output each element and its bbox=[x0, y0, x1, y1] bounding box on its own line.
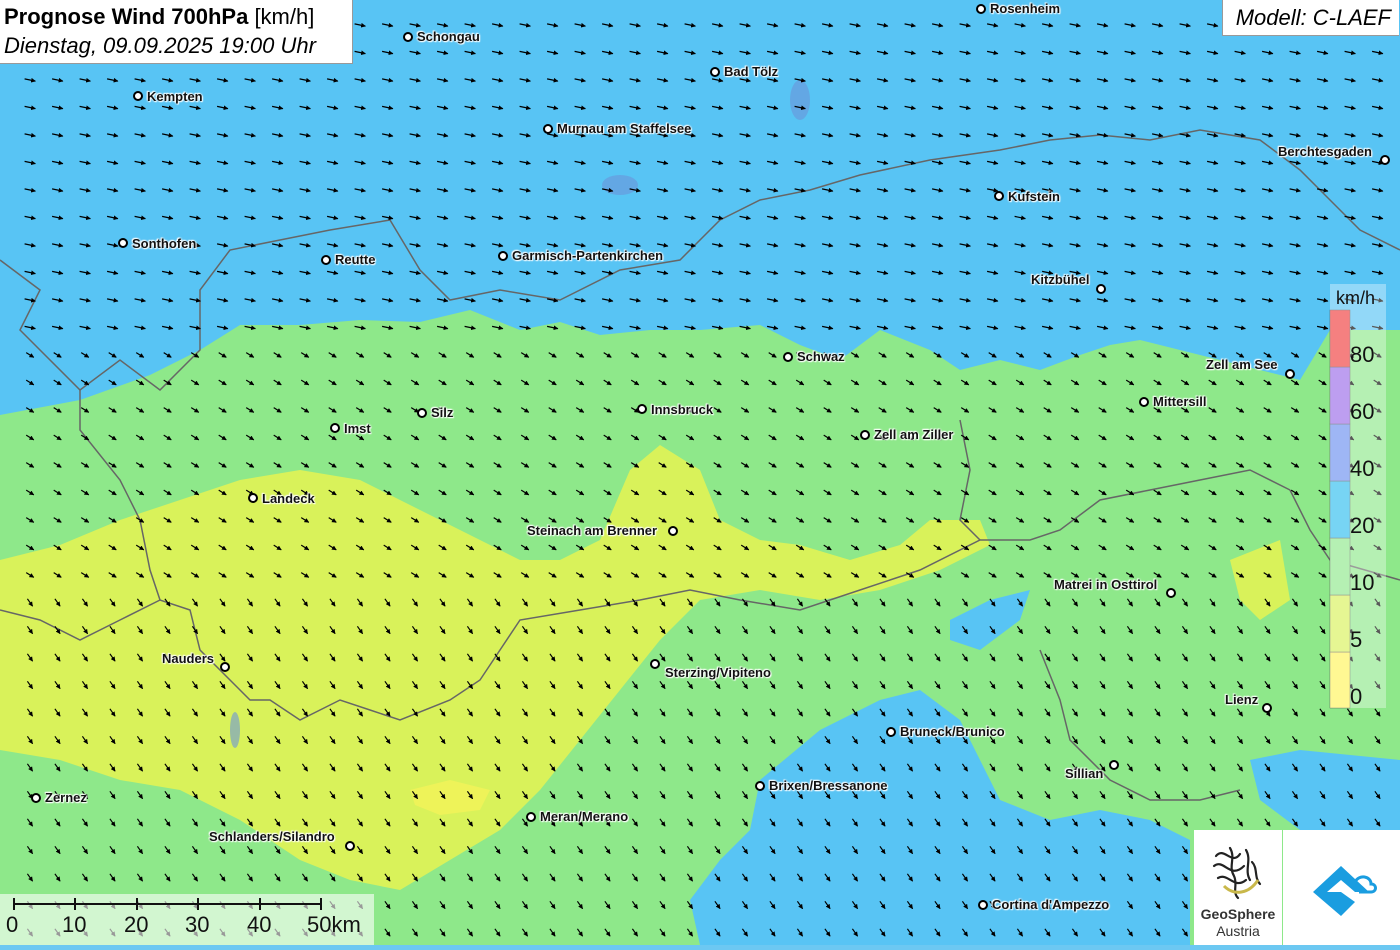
city-zernez: Zernez bbox=[45, 790, 87, 805]
city-sterzing: Sterzing/Vipiteno bbox=[665, 665, 771, 680]
city-innsbruck: Innsbruck bbox=[651, 402, 714, 417]
city-marker[interactable] bbox=[978, 900, 988, 910]
geosphere-austria-logo-icon bbox=[1212, 846, 1262, 900]
city-garmisch: Garmisch-Partenkirchen bbox=[512, 248, 664, 263]
city-marker[interactable] bbox=[994, 191, 1004, 201]
geosphere-country: Austria bbox=[1216, 923, 1260, 939]
city-zell-am-see: Zell am See bbox=[1206, 357, 1278, 372]
city-meran: Meran/Merano bbox=[540, 809, 629, 824]
city-rosenheim: Rosenheim bbox=[990, 1, 1061, 16]
city-marker[interactable] bbox=[637, 404, 647, 414]
scale-label-0: 0 bbox=[6, 912, 19, 937]
city-marker[interactable] bbox=[860, 430, 870, 440]
scale-label-10: 10 bbox=[62, 912, 87, 937]
geosphere-logo[interactable]: GeoSphere Austria bbox=[1194, 830, 1282, 945]
city-marker[interactable] bbox=[220, 662, 230, 672]
geosphere-name: GeoSphere bbox=[1200, 906, 1276, 922]
city-marker[interactable] bbox=[783, 352, 793, 362]
city-marker[interactable] bbox=[650, 659, 660, 669]
city-marker[interactable] bbox=[1096, 284, 1106, 294]
city-marker[interactable] bbox=[1380, 155, 1390, 165]
scale-label-30: 30 bbox=[185, 912, 210, 937]
city-marker[interactable] bbox=[526, 812, 536, 822]
city-marker[interactable] bbox=[498, 251, 508, 261]
city-zell-am-ziller: Zell am Ziller bbox=[874, 427, 954, 442]
city-marker[interactable] bbox=[248, 493, 258, 503]
city-marker[interactable] bbox=[345, 841, 355, 851]
city-schwaz: Schwaz bbox=[797, 349, 845, 364]
weather-app-logo-icon bbox=[1313, 866, 1377, 916]
city-kitzbuehel: Kitzbühel bbox=[1031, 272, 1090, 287]
scale-label-40: 40 bbox=[247, 912, 272, 937]
city-markers bbox=[31, 4, 1390, 910]
city-silz: Silz bbox=[431, 405, 454, 420]
city-marker[interactable] bbox=[543, 124, 553, 134]
city-marker[interactable] bbox=[133, 91, 143, 101]
city-lienz: Lienz bbox=[1225, 692, 1259, 707]
city-marker[interactable] bbox=[1109, 760, 1119, 770]
city-imst: Imst bbox=[344, 421, 371, 436]
city-marker[interactable] bbox=[403, 32, 413, 42]
city-bruneck: Bruneck/Brunico bbox=[900, 724, 1005, 739]
city-marker[interactable] bbox=[1166, 588, 1176, 598]
city-bad-toelz: Bad Tölz bbox=[724, 64, 779, 79]
city-brixen: Brixen/Bressanone bbox=[769, 778, 888, 793]
city-mittersill: Mittersill bbox=[1153, 394, 1207, 409]
city-marker[interactable] bbox=[1285, 369, 1295, 379]
city-marker[interactable] bbox=[321, 255, 331, 265]
city-marker[interactable] bbox=[976, 4, 986, 14]
city-steinach: Steinach am Brenner bbox=[527, 523, 658, 538]
city-marker[interactable] bbox=[755, 781, 765, 791]
city-landeck: Landeck bbox=[262, 491, 315, 506]
city-marker[interactable] bbox=[417, 408, 427, 418]
city-kempten: Kempten bbox=[147, 89, 203, 104]
city-marker[interactable] bbox=[668, 526, 678, 536]
city-sonthofen: Sonthofen bbox=[132, 236, 197, 251]
city-marker[interactable] bbox=[710, 67, 720, 77]
city-cortina: Cortina d'Ampezzo bbox=[992, 897, 1110, 912]
city-marker[interactable] bbox=[886, 727, 896, 737]
weather-app-logo[interactable] bbox=[1283, 830, 1400, 945]
city-sillian: Sillian bbox=[1065, 766, 1104, 781]
city-marker[interactable] bbox=[1262, 703, 1272, 713]
city-marker[interactable] bbox=[31, 793, 41, 803]
city-matrei: Matrei in Osttirol bbox=[1054, 577, 1158, 592]
city-murnau: Murnau am Staffelsee bbox=[557, 121, 692, 136]
city-marker[interactable] bbox=[118, 238, 128, 248]
city-schongau: Schongau bbox=[417, 29, 480, 44]
city-schlanders: Schlanders/Silandro bbox=[209, 829, 335, 844]
city-nauders: Nauders bbox=[162, 651, 215, 666]
scale-label-50km: 50km bbox=[307, 912, 361, 937]
scale-label-20: 20 bbox=[124, 912, 149, 937]
city-reutte: Reutte bbox=[335, 252, 376, 267]
city-marker[interactable] bbox=[330, 423, 340, 433]
city-kufstein: Kufstein bbox=[1008, 189, 1060, 204]
city-berchtesgaden: Berchtesgaden bbox=[1278, 144, 1372, 159]
city-marker[interactable] bbox=[1139, 397, 1149, 407]
